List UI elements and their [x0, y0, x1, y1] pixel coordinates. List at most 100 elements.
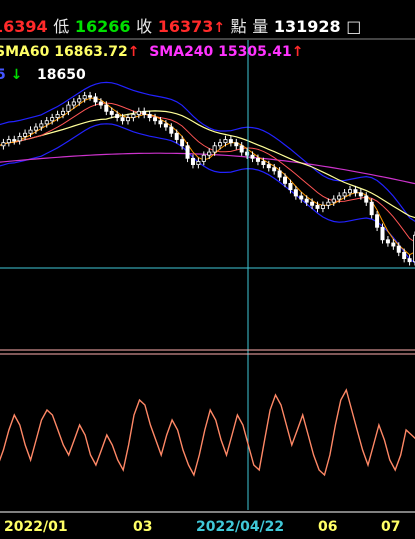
- band-legend: 5 ↓ 18650: [0, 66, 86, 84]
- candle: [326, 201, 331, 206]
- candle: [39, 123, 44, 128]
- down-arrow-icon: ↓: [10, 67, 23, 83]
- candle: [212, 145, 217, 153]
- candle: [71, 101, 76, 106]
- candle: [266, 164, 271, 169]
- candle: [402, 251, 407, 259]
- candle: [207, 151, 212, 156]
- candle: [60, 110, 65, 115]
- candle: [320, 204, 325, 209]
- candle: [337, 195, 342, 200]
- volume-label: 量: [252, 17, 269, 36]
- row3-prefix: 5: [0, 67, 6, 83]
- sma60-up-arrow-icon: ↑: [127, 44, 140, 60]
- candle: [364, 195, 369, 203]
- candle: [380, 226, 385, 241]
- candle: [109, 110, 114, 115]
- candle: [28, 129, 33, 134]
- candle: [353, 189, 358, 194]
- candle: [375, 214, 380, 228]
- row3-value: 18650: [36, 67, 86, 83]
- candle: [310, 201, 315, 206]
- candle: [174, 132, 179, 140]
- candle: [218, 142, 223, 147]
- low-value: 16266: [74, 17, 131, 36]
- sma60-label: SMA60: [0, 44, 50, 60]
- candle: [50, 117, 55, 122]
- candle: [396, 245, 401, 253]
- candle: [272, 167, 277, 172]
- candle: [255, 157, 260, 162]
- x-tick-label: 06: [318, 519, 338, 535]
- candle: [6, 139, 11, 144]
- cursor-date-label: 2022/04/22: [196, 519, 285, 535]
- candle: [142, 110, 147, 115]
- candle: [223, 139, 228, 144]
- candle: [115, 114, 120, 119]
- candle: [239, 145, 244, 153]
- candle: [23, 132, 28, 137]
- candle: [185, 145, 190, 159]
- candle: [277, 170, 282, 178]
- candle: [331, 198, 336, 203]
- candle: [17, 135, 22, 142]
- close-value: 16373: [157, 17, 214, 36]
- high-value: 16394: [0, 17, 48, 36]
- sma240-up-arrow-icon: ↑: [291, 44, 304, 60]
- candle: [342, 192, 347, 197]
- candle: [358, 192, 363, 197]
- candle: [201, 154, 206, 162]
- close-label: 收: [136, 17, 153, 36]
- x-tick-label: 07: [381, 519, 401, 535]
- candle: [180, 139, 185, 147]
- candle: [136, 110, 141, 115]
- candle: [55, 114, 60, 119]
- candle: [299, 195, 304, 200]
- candle: [196, 161, 201, 165]
- candle: [304, 198, 309, 203]
- candle: [93, 96, 98, 103]
- candle: [88, 95, 93, 98]
- candle: [315, 204, 320, 209]
- candle: [407, 258, 412, 263]
- ohlc-header: 16394 低 16266 收 16373↑ 點 量 131928 □: [0, 16, 361, 39]
- candle: [98, 101, 103, 106]
- candle: [125, 117, 130, 122]
- volume-value: 131928: [273, 17, 341, 36]
- candle: [104, 104, 109, 112]
- volume-label-prefix: 點: [230, 17, 247, 36]
- candle: [234, 142, 239, 147]
- candle: [120, 117, 125, 122]
- chart-stage: 16394 低 16266 收 16373↑ 點 量 131928 □ SMA6…: [0, 0, 415, 539]
- sma240-value: 15305.41: [218, 44, 292, 60]
- candle: [261, 161, 266, 165]
- candle: [163, 123, 168, 128]
- candle: [44, 120, 49, 125]
- candle: [385, 239, 390, 244]
- volume-box-icon: □: [346, 17, 362, 36]
- close-up-arrow-icon: ↑: [213, 20, 226, 36]
- candle: [82, 95, 87, 100]
- candle: [250, 154, 255, 159]
- x-tick-label: 2022/01: [4, 519, 68, 535]
- ma20-line: [0, 102, 415, 243]
- candle: [147, 114, 152, 119]
- candle: [228, 139, 233, 144]
- candle: [391, 242, 396, 247]
- candle: [169, 126, 174, 134]
- oscillator-line: [0, 388, 415, 477]
- low-label: 低: [53, 17, 70, 36]
- candle: [369, 201, 374, 216]
- sma60-value: 16863.72: [54, 44, 128, 60]
- candle: [12, 139, 17, 142]
- candle: [288, 182, 293, 191]
- candle: [283, 176, 288, 184]
- candle: [348, 189, 353, 194]
- candle: [33, 126, 38, 131]
- ma-legend: SMA60 16863.72↑ SMA240 15305.41↑: [0, 43, 303, 61]
- candle: [153, 117, 158, 122]
- candle: [293, 189, 298, 197]
- ma5-line: [0, 97, 415, 256]
- x-tick-label: 03: [133, 519, 153, 535]
- candle: [77, 98, 82, 103]
